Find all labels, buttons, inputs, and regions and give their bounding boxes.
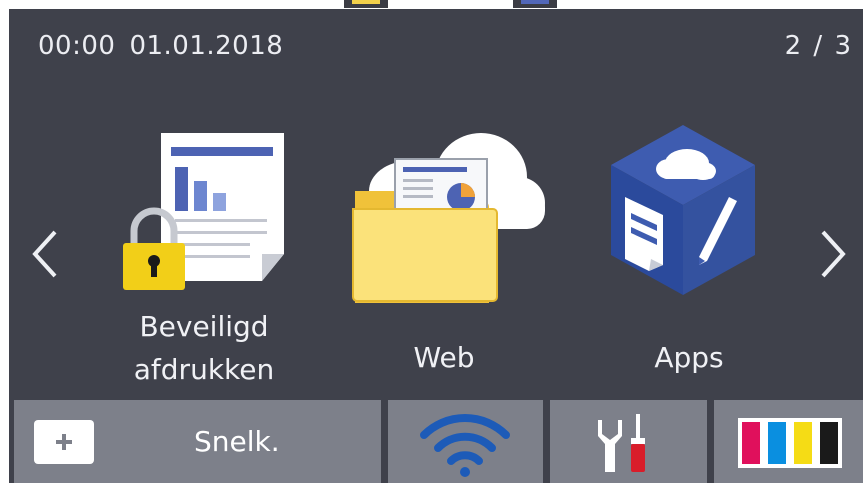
status-date: 01.01.2018 (129, 31, 284, 61)
top-tab-indicator-yellow (344, 0, 388, 8)
app-secure-print[interactable]: Beveiligd afdrukken (109, 119, 299, 399)
wifi-button[interactable] (388, 400, 543, 483)
printer-touchscreen: 00:00 01.01.2018 2 / 3 Beveiligd afdrukk… (9, 9, 863, 483)
top-tab-indicator-blue (513, 0, 557, 8)
app-secure-print-label-line1: Beveiligd (139, 310, 269, 343)
settings-tools-icon (598, 414, 645, 472)
app-secure-print-label: Beveiligd afdrukken (109, 305, 299, 391)
app-web-label: Web (413, 341, 475, 374)
secure-print-icon (123, 133, 284, 290)
wifi-icon (420, 414, 510, 477)
shortcuts-button[interactable]: Snelk. (14, 400, 381, 483)
app-web[interactable]: Web (349, 119, 545, 399)
web-cloud-folder-icon (352, 133, 545, 303)
page-indicator: 2 / 3 (784, 31, 853, 61)
next-page-button[interactable] (815, 224, 851, 284)
shortcuts-label: Snelk. (194, 425, 280, 458)
app-apps-label: Apps (654, 341, 724, 374)
apps-cube-icon (611, 125, 755, 295)
settings-button[interactable] (550, 400, 707, 483)
ink-status-button[interactable] (714, 400, 863, 483)
plus-icon (34, 420, 94, 464)
status-datetime: 00:00 01.01.2018 (38, 31, 283, 61)
chevron-right-icon (821, 230, 846, 278)
ink-cartridges-icon (738, 418, 842, 468)
prev-page-button[interactable] (29, 224, 65, 284)
status-time: 00:00 (38, 31, 116, 61)
app-secure-print-label-line2: afdrukken (133, 353, 275, 386)
chevron-left-icon (32, 230, 57, 278)
app-apps[interactable]: Apps (599, 119, 769, 399)
